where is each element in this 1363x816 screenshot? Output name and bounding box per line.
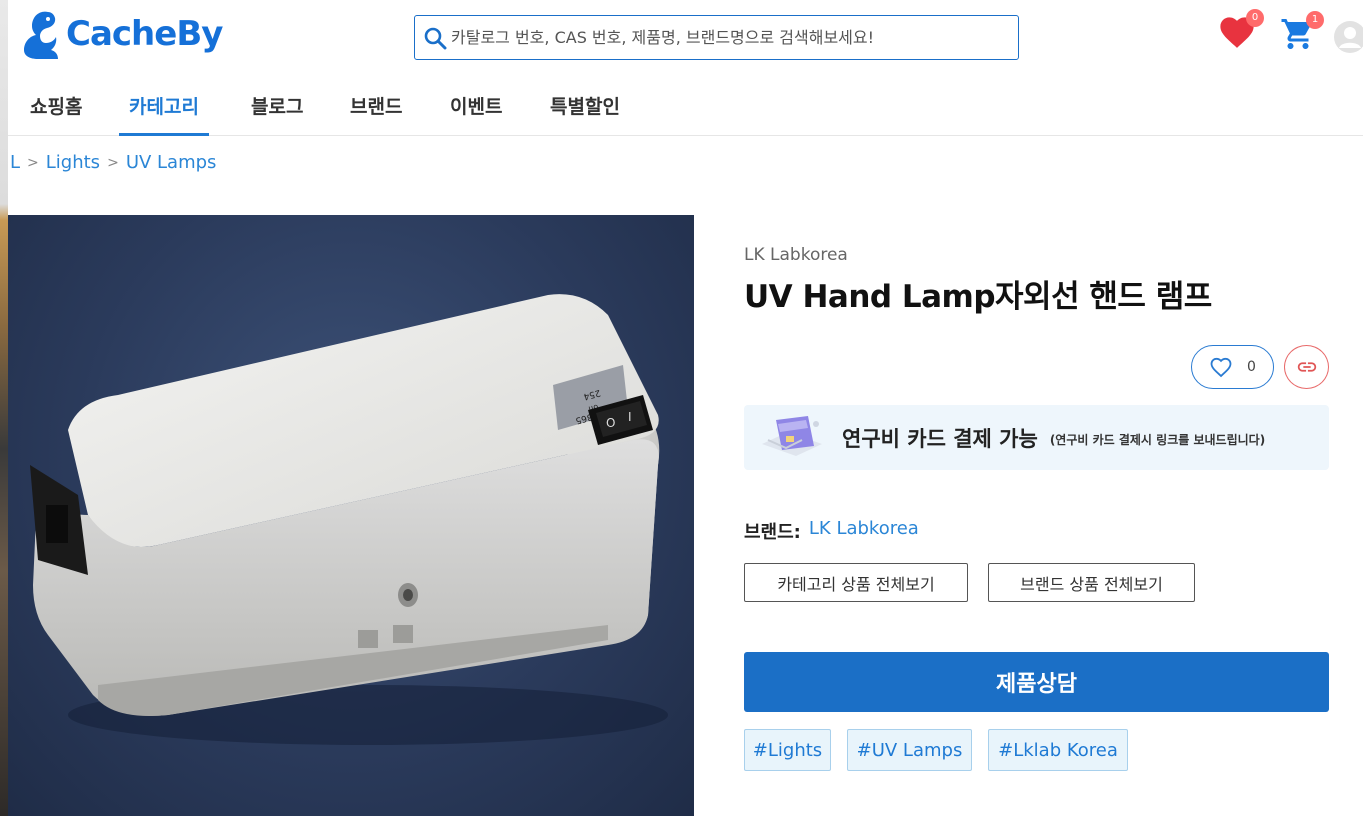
- search-input[interactable]: [451, 28, 1011, 47]
- logo-text: CacheBy: [66, 14, 223, 54]
- svg-text:I: I: [628, 410, 632, 424]
- nav-category[interactable]: 카테고리: [119, 92, 209, 136]
- nav-event[interactable]: 이벤트: [450, 92, 502, 133]
- nav-shopping-home[interactable]: 쇼핑홈: [30, 92, 82, 133]
- card-banner-note: (연구비 카드 결제시 링크를 보내드립니다): [1049, 433, 1266, 447]
- wishlist-count-badge: 0: [1246, 9, 1264, 27]
- user-menu[interactable]: [1333, 20, 1363, 58]
- breadcrumb-item[interactable]: Lights: [46, 152, 100, 173]
- product-brand-label[interactable]: LK Labkorea: [744, 245, 848, 265]
- card-banner-title: 연구비 카드 결제 가능: [842, 426, 1038, 451]
- breadcrumb: L > Lights > UV Lamps: [10, 152, 216, 173]
- wishlist-button[interactable]: 0: [1218, 9, 1264, 54]
- brand-row: 브랜드: LK Labkorea: [744, 518, 919, 544]
- brand-row-label: 브랜드:: [744, 522, 801, 543]
- tag-lklab-korea[interactable]: #Lklab Korea: [988, 729, 1128, 771]
- uv-lamp-illustration: 254 off 365 O I: [30, 294, 668, 745]
- nav-special-sale[interactable]: 특별할인: [550, 92, 620, 133]
- main-nav: 쇼핑홈 카테고리 블로그 브랜드 이벤트 특별할인: [8, 80, 1363, 136]
- search-bar[interactable]: [414, 15, 1019, 60]
- search-icon[interactable]: [423, 26, 447, 50]
- breadcrumb-separator: >: [27, 154, 39, 171]
- brand-row-link[interactable]: LK Labkorea: [809, 518, 919, 544]
- research-card-banner: 연구비 카드 결제 가능 (연구비 카드 결제시 링크를 보내드립니다): [744, 405, 1329, 470]
- breadcrumb-item[interactable]: UV Lamps: [126, 152, 217, 173]
- breadcrumb-separator: >: [107, 154, 119, 171]
- product-title: UV Hand Lamp자외선 핸드 램프: [744, 279, 1212, 315]
- user-avatar-icon: [1334, 21, 1363, 53]
- product-image[interactable]: 254 off 365 O I: [8, 215, 694, 816]
- credit-card-icon: [762, 415, 822, 456]
- site-header: CacheBy 0 1: [8, 0, 1363, 80]
- tag-lights[interactable]: #Lights: [744, 729, 831, 771]
- like-count: 0: [1247, 359, 1256, 375]
- view-all-brand-button[interactable]: 브랜드 상품 전체보기: [988, 563, 1195, 602]
- heart-outline-icon: [1210, 357, 1232, 378]
- view-all-category-button[interactable]: 카테고리 상품 전체보기: [744, 563, 968, 602]
- link-icon: [1297, 362, 1316, 372]
- nav-blog[interactable]: 블로그: [251, 92, 303, 133]
- cart-count-badge: 1: [1306, 11, 1324, 29]
- nav-brand[interactable]: 브랜드: [350, 92, 402, 133]
- breadcrumb-item[interactable]: L: [10, 152, 20, 173]
- tag-uv-lamps[interactable]: #UV Lamps: [847, 729, 972, 771]
- squirrel-logo-icon: [24, 11, 58, 59]
- svg-text:O: O: [606, 416, 615, 430]
- product-inquiry-button[interactable]: 제품상담: [744, 652, 1329, 712]
- logo[interactable]: CacheBy: [18, 8, 223, 60]
- left-edge-strip: [0, 0, 8, 816]
- product-info-panel: LK Labkorea UV Hand Lamp자외선 핸드 램프 0 연구비 …: [694, 215, 1363, 816]
- share-link-button[interactable]: [1284, 345, 1329, 389]
- cart-button[interactable]: 1: [1280, 11, 1324, 56]
- like-button[interactable]: 0: [1191, 345, 1274, 389]
